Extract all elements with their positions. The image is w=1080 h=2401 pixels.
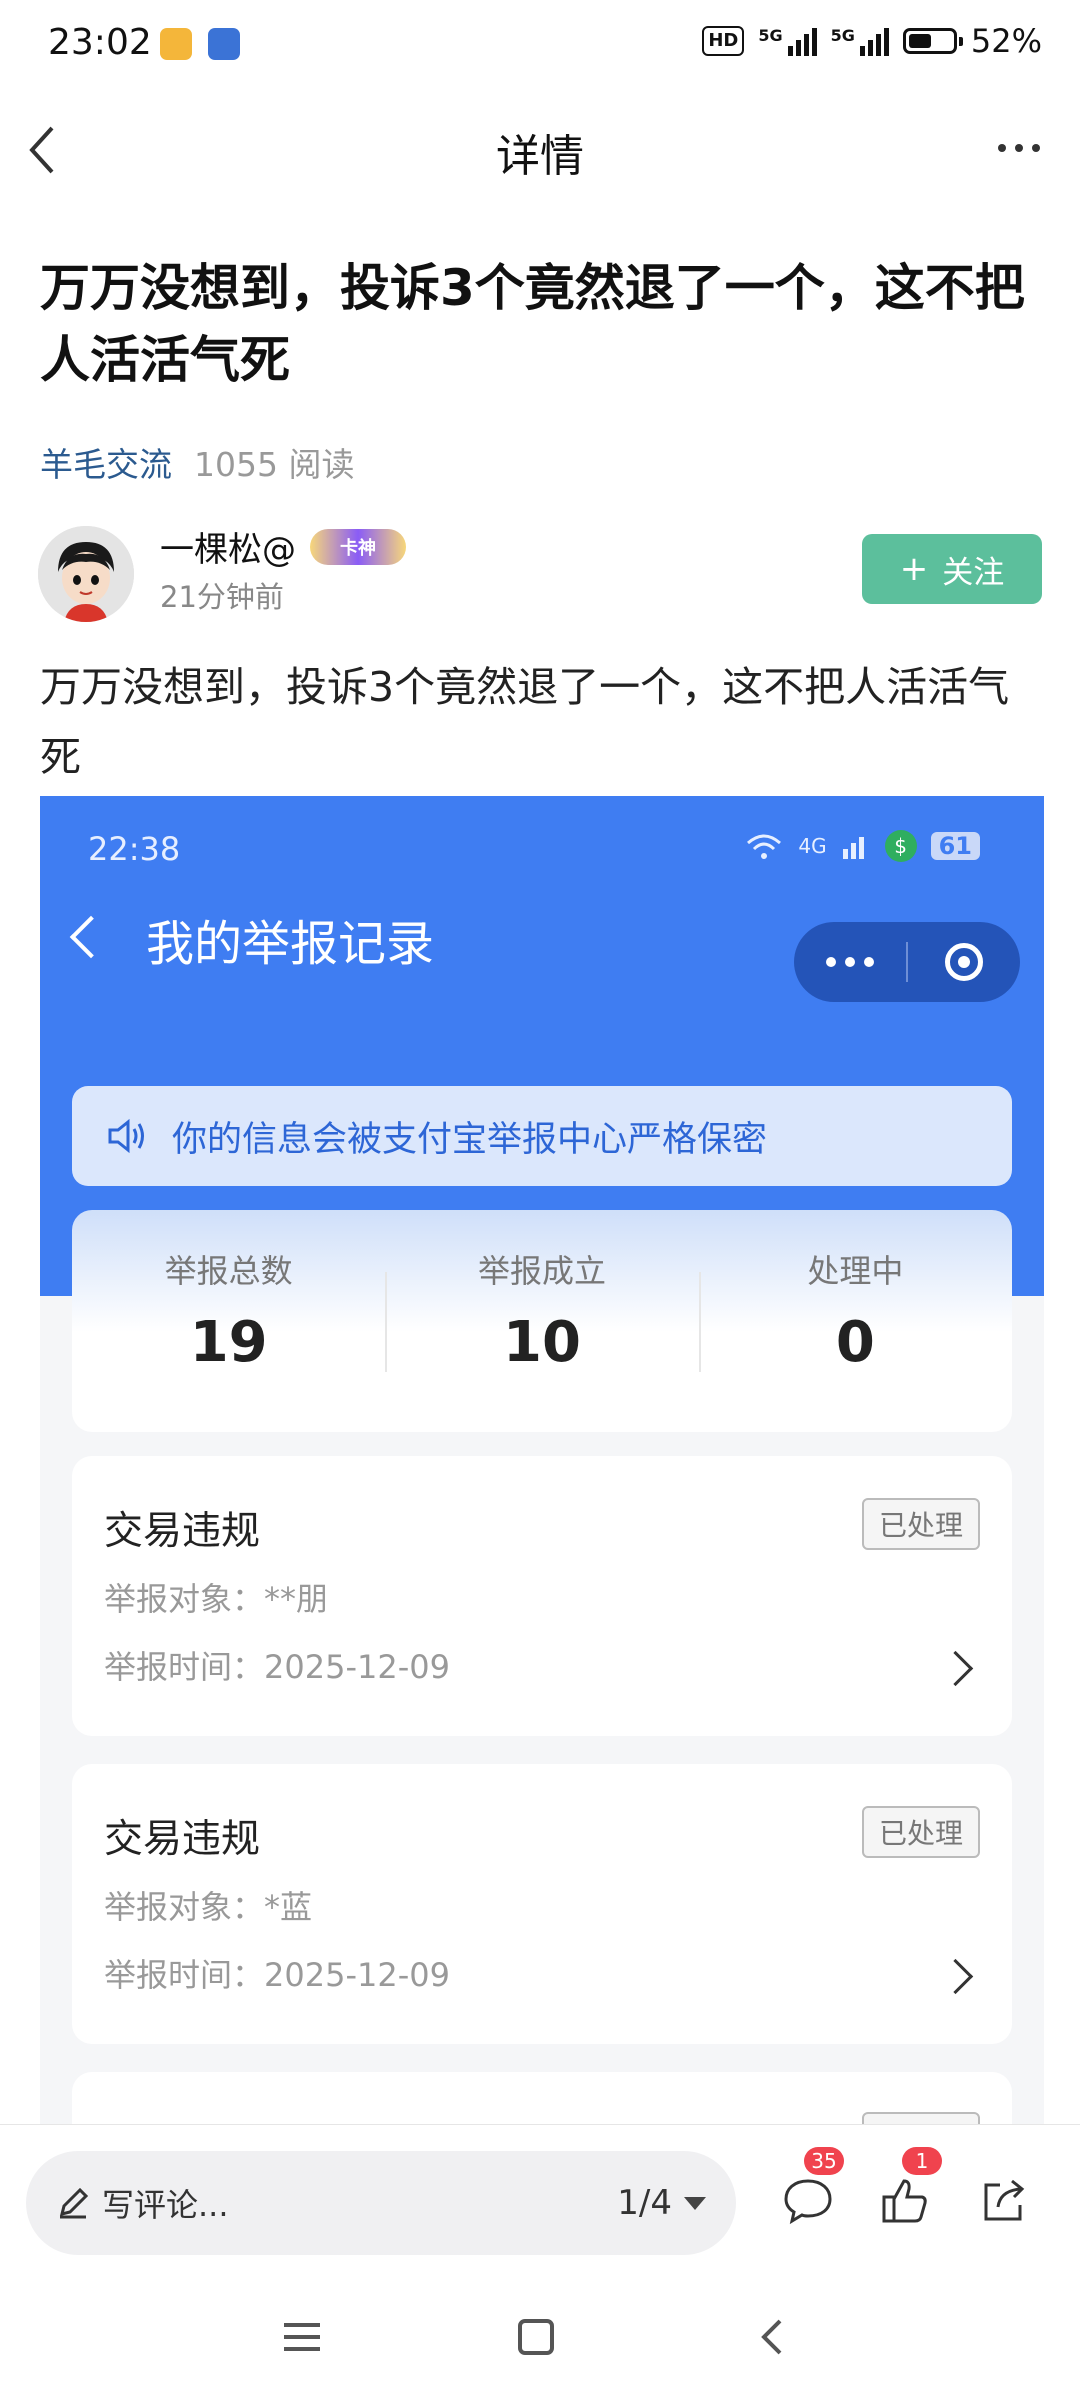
page-indicator[interactable]: 1/4 bbox=[617, 2183, 706, 2223]
privacy-notice: 你的信息会被支付宝举报中心严格保密 bbox=[72, 1086, 1012, 1186]
stat-value: 19 bbox=[189, 1310, 268, 1375]
dropdown-triangle-icon bbox=[684, 2196, 706, 2210]
record-status-badge: 已处理 bbox=[862, 1498, 980, 1550]
record-type: 交易违规 bbox=[104, 1509, 261, 1554]
record-time-label: 举报时间： bbox=[104, 1956, 265, 1994]
battery-fill bbox=[908, 34, 931, 48]
record-time-value: 2025-12-09 bbox=[264, 1956, 450, 1994]
screenshot-battery: 61 bbox=[930, 832, 980, 860]
article-meta: 羊毛交流 1055 阅读 bbox=[40, 438, 354, 486]
stat-value: 10 bbox=[503, 1310, 581, 1375]
avatar-image bbox=[38, 526, 134, 622]
capsule-close-icon[interactable] bbox=[908, 943, 1020, 981]
bottom-bar: 写评论... 1/4 35 1 bbox=[0, 2124, 1080, 2401]
system-home-button[interactable] bbox=[516, 2317, 556, 2361]
more-options-icon[interactable] bbox=[998, 144, 1040, 152]
record-target-label: 举报对象： bbox=[104, 1580, 265, 1618]
hd-icon: HD bbox=[702, 26, 745, 56]
share-button[interactable] bbox=[976, 2173, 1036, 2233]
comment-input[interactable]: 写评论... 1/4 bbox=[26, 2151, 736, 2255]
signal-icon-1: 5G bbox=[758, 26, 817, 56]
speaker-icon bbox=[108, 1118, 144, 1154]
record-time: 举报时间：2025-12-09 bbox=[104, 1950, 450, 1996]
back-triangle-icon bbox=[761, 2319, 782, 2355]
stat-processing: 处理中 0 bbox=[698, 1210, 1012, 1432]
record-card[interactable]: 交易违规 已处理 举报对象：**朋 举报时间：2025-12-09 bbox=[72, 1456, 1012, 1736]
record-card-partial[interactable] bbox=[72, 2072, 1012, 2126]
stat-value: 0 bbox=[835, 1310, 875, 1375]
dollar-icon: $ bbox=[884, 830, 917, 862]
stat-label: 举报成立 bbox=[477, 1252, 606, 1290]
screenshot-status-time: 22:38 bbox=[88, 830, 181, 868]
pencil-icon bbox=[59, 2187, 89, 2219]
network-type-2: 5G bbox=[830, 26, 855, 45]
network-type-1: 5G bbox=[758, 26, 783, 45]
status-indicators: HD 5G 5G 52% bbox=[702, 22, 1042, 60]
record-target: 举报对象：**朋 bbox=[104, 1574, 328, 1620]
chevron-right-icon bbox=[937, 1650, 974, 1687]
record-target-value: **朋 bbox=[264, 1580, 329, 1618]
page-title: 详情 bbox=[496, 131, 584, 182]
like-count-badge: 1 bbox=[902, 2147, 942, 2175]
battery-percent: 52% bbox=[970, 22, 1042, 60]
comment-count-badge: 35 bbox=[804, 2147, 844, 2175]
article-body: 万万没想到，投诉3个竟然退了一个，这不把人活活气死 bbox=[40, 663, 1010, 781]
battery-icon bbox=[902, 28, 963, 54]
record-time-label: 举报时间： bbox=[104, 1648, 265, 1686]
stat-label: 举报总数 bbox=[164, 1252, 293, 1290]
status-time: 23:02 bbox=[48, 22, 152, 63]
screenshot-status-icons: 4G $ 61 bbox=[744, 830, 980, 862]
record-card[interactable]: 交易违规 已处理 举报对象：*蓝 举报时间：2025-12-09 bbox=[72, 1764, 1012, 2044]
record-time: 举报时间：2025-12-09 bbox=[104, 1642, 450, 1688]
capsule-more-icon[interactable] bbox=[794, 957, 906, 967]
record-target-value: *蓝 bbox=[264, 1888, 313, 1926]
read-count: 1055 阅读 bbox=[194, 445, 355, 484]
menu-icon bbox=[284, 2323, 320, 2351]
follow-label: 关注 bbox=[942, 554, 1005, 591]
share-icon bbox=[984, 2179, 1025, 2221]
home-square-icon bbox=[518, 2319, 554, 2355]
record-type: 交易违规 bbox=[104, 1817, 261, 1862]
post-time: 21分钟前 bbox=[160, 580, 284, 614]
like-button[interactable]: 1 bbox=[878, 2147, 942, 2233]
comment-button[interactable]: 35 bbox=[780, 2147, 844, 2233]
stat-established: 举报成立 10 bbox=[385, 1210, 698, 1432]
miniapp-capsule[interactable] bbox=[794, 922, 1020, 1002]
system-menu-button[interactable] bbox=[282, 2317, 322, 2361]
screenshot-network: 4G bbox=[798, 834, 827, 858]
system-back-button[interactable] bbox=[752, 2317, 792, 2361]
chevron-right-icon bbox=[937, 1958, 974, 1995]
wifi-icon bbox=[747, 834, 782, 859]
category-link[interactable]: 羊毛交流 bbox=[40, 445, 172, 484]
avatar[interactable] bbox=[38, 526, 134, 622]
signal-icon-2: 5G bbox=[831, 26, 889, 56]
author-row: 一棵松@ 卡神 bbox=[160, 522, 406, 571]
record-time-value: 2025-12-09 bbox=[264, 1648, 450, 1686]
stat-total: 举报总数 19 bbox=[72, 1210, 385, 1432]
author-name[interactable]: 一棵松@ bbox=[160, 522, 296, 571]
record-target: 举报对象：*蓝 bbox=[104, 1882, 312, 1928]
author-badge: 卡神 bbox=[310, 528, 406, 565]
comment-placeholder: 写评论... bbox=[102, 2186, 229, 2224]
record-target-label: 举报对象： bbox=[104, 1888, 265, 1926]
thumbs-up-icon bbox=[882, 2179, 927, 2223]
stat-label: 处理中 bbox=[807, 1252, 904, 1290]
article-title: 万万没想到，投诉3个竟然退了一个，这不把人活活气死 bbox=[40, 259, 1025, 389]
comment-bubble-icon bbox=[784, 2179, 832, 2225]
page-indicator-text: 1/4 bbox=[617, 2183, 672, 2223]
message-app-icon bbox=[208, 28, 240, 60]
signal-bars-icon bbox=[842, 837, 864, 859]
follow-button[interactable]: + 关注 bbox=[862, 534, 1042, 604]
notice-text: 你的信息会被支付宝举报中心严格保密 bbox=[172, 1119, 768, 1160]
notes-app-icon bbox=[160, 28, 192, 60]
stats-card: 举报总数 19 举报成立 10 处理中 0 bbox=[72, 1210, 1012, 1432]
screenshot-page-title: 我的举报记录 bbox=[146, 916, 435, 972]
embedded-screenshot[interactable]: 22:38 4G $ 61 我的举报记录 你的信息会被支付宝举报中心严格保密 举… bbox=[40, 796, 1044, 2126]
plus-icon: + bbox=[899, 549, 929, 589]
record-status-badge: 已处理 bbox=[862, 1806, 980, 1858]
